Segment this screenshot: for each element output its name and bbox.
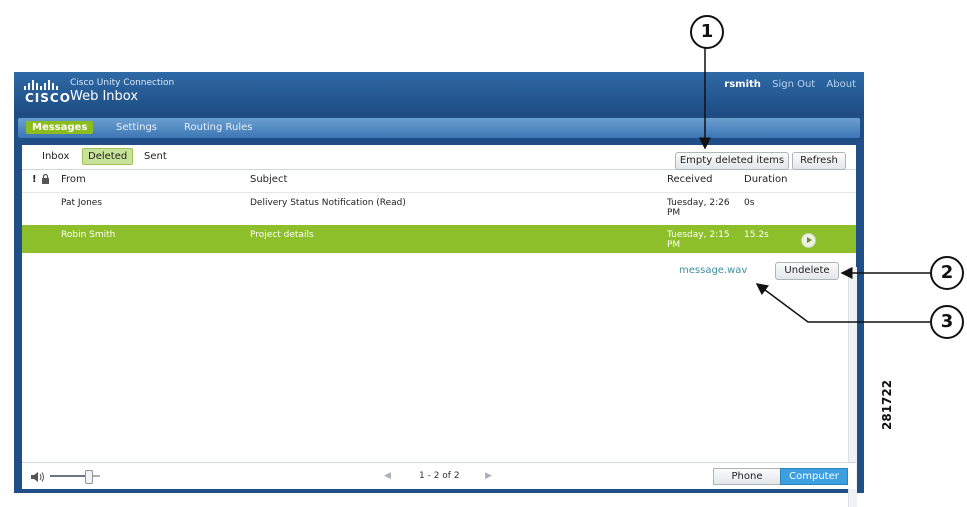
- figure-number: 281722: [880, 379, 894, 430]
- callout-arrow-3: [755, 283, 930, 323]
- callout-arrows: [699, 47, 930, 323]
- callout-1: 1: [690, 15, 724, 49]
- callout-2: 2: [930, 256, 964, 290]
- callout-3: 3: [930, 305, 964, 339]
